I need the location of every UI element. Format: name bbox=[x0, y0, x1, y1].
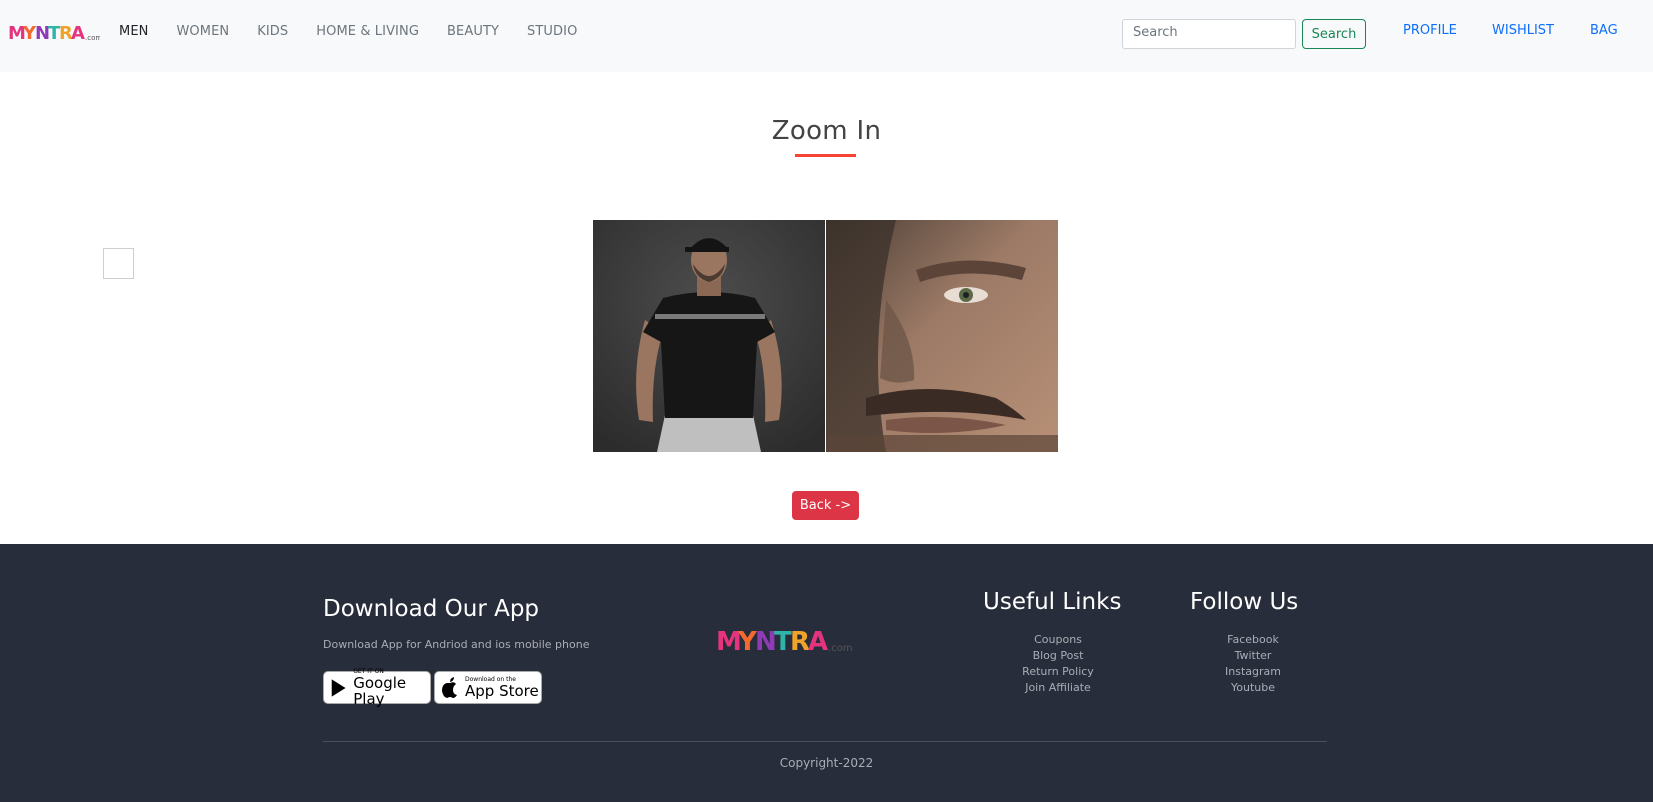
search-button[interactable]: Search bbox=[1302, 19, 1366, 49]
nav-home-living[interactable]: HOME & LIVING bbox=[316, 24, 419, 39]
link-coupons[interactable]: Coupons bbox=[1018, 632, 1098, 648]
follow-us-title: Follow Us bbox=[1190, 589, 1299, 615]
svg-text:A: A bbox=[808, 627, 828, 657]
footer: Download Our App Download App for Andrio… bbox=[0, 544, 1653, 802]
nav-kids[interactable]: KIDS bbox=[257, 24, 288, 39]
link-return-policy[interactable]: Return Policy bbox=[1018, 664, 1098, 680]
link-youtube[interactable]: Youtube bbox=[1213, 680, 1293, 696]
profile-link[interactable]: PROFILE bbox=[1403, 23, 1457, 38]
link-twitter[interactable]: Twitter bbox=[1213, 648, 1293, 664]
title-underline bbox=[795, 154, 856, 157]
thumbnail-box[interactable] bbox=[103, 248, 134, 279]
page-title: Zoom In bbox=[771, 116, 882, 146]
myntra-logo[interactable]: M Y N T R A .com bbox=[8, 20, 100, 46]
link-instagram[interactable]: Instagram bbox=[1213, 664, 1293, 680]
wishlist-link[interactable]: WISHLIST bbox=[1492, 23, 1554, 38]
apple-icon bbox=[442, 676, 457, 698]
app-store-button[interactable]: Download on the App Store bbox=[434, 671, 542, 704]
zoomed-image bbox=[826, 220, 1058, 452]
download-app-description: Download App for Andriod and ios mobile … bbox=[323, 638, 590, 651]
google-play-icon bbox=[331, 678, 346, 697]
product-image[interactable] bbox=[593, 220, 825, 452]
link-blog-post[interactable]: Blog Post bbox=[1018, 648, 1098, 664]
follow-links-list: Facebook Twitter Instagram Youtube bbox=[1213, 632, 1293, 696]
copyright: Copyright-2022 bbox=[779, 756, 874, 770]
link-facebook[interactable]: Facebook bbox=[1213, 632, 1293, 648]
download-app-title: Download Our App bbox=[323, 596, 540, 622]
search-input[interactable]: Search bbox=[1122, 19, 1296, 49]
nav-beauty[interactable]: BEAUTY bbox=[447, 24, 499, 39]
nav-women[interactable]: WOMEN bbox=[176, 24, 229, 39]
svg-text:A: A bbox=[71, 23, 85, 44]
app-store-big-text: App Store bbox=[465, 682, 539, 700]
useful-links-list: Coupons Blog Post Return Policy Join Aff… bbox=[1018, 632, 1098, 696]
footer-myntra-logo: M Y N T R A .com bbox=[716, 627, 852, 657]
useful-links-title: Useful Links bbox=[983, 589, 1122, 615]
google-play-big-text: Google Play bbox=[353, 674, 407, 708]
link-join-affiliate[interactable]: Join Affiliate bbox=[1018, 680, 1098, 696]
nav-studio[interactable]: STUDIO bbox=[527, 24, 577, 39]
svg-text:.com: .com bbox=[828, 643, 852, 654]
main-nav: MEN WOMEN KIDS HOME & LIVING BEAUTY STUD… bbox=[119, 24, 577, 39]
bag-link[interactable]: BAG bbox=[1590, 23, 1618, 38]
top-navbar: M Y N T R A .com MEN WOMEN KIDS HOME & L… bbox=[0, 0, 1653, 72]
svg-text:.com: .com bbox=[85, 34, 100, 42]
back-button[interactable]: Back -> bbox=[792, 491, 859, 520]
google-play-button[interactable]: GET IT ON Google Play bbox=[323, 668, 431, 708]
nav-men[interactable]: MEN bbox=[119, 24, 148, 39]
footer-divider bbox=[323, 741, 1327, 742]
